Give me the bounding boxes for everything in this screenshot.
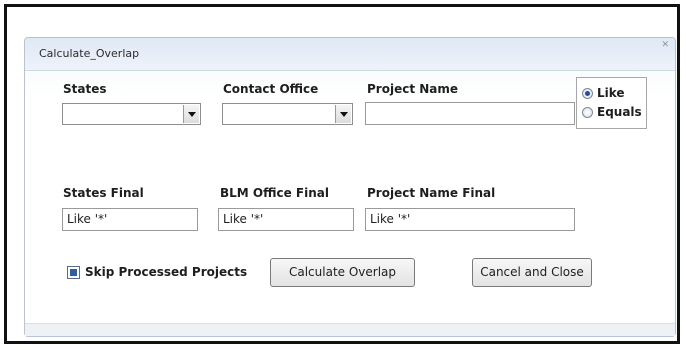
- calculate-overlap-button[interactable]: Calculate Overlap: [270, 258, 415, 287]
- blm-office-final-input[interactable]: Like '*': [218, 208, 354, 231]
- contact-office-combobox[interactable]: [222, 103, 353, 125]
- states-final-label: States Final: [63, 186, 144, 200]
- radio-equals-label: Equals: [597, 105, 642, 119]
- radio-equals-button[interactable]: [582, 107, 593, 118]
- states-combobox[interactable]: [62, 103, 201, 125]
- window-title: Calculate_Overlap: [39, 47, 140, 60]
- project-name-label: Project Name: [367, 82, 459, 96]
- states-final-input[interactable]: Like '*': [62, 208, 198, 231]
- title-bar: Calculate_Overlap ✕: [25, 38, 675, 71]
- dialog-footer: [25, 323, 675, 336]
- blm-office-final-label: BLM Office Final: [220, 186, 329, 200]
- screenshot-frame: Calculate_Overlap ✕ States Contact Offic…: [4, 4, 680, 344]
- calculate-overlap-dialog: Calculate_Overlap ✕ States Contact Offic…: [24, 37, 676, 337]
- project-name-input[interactable]: [365, 102, 575, 125]
- skip-processed-checkbox[interactable]: [67, 266, 80, 279]
- states-label: States: [63, 82, 107, 96]
- chevron-down-icon[interactable]: [335, 105, 351, 123]
- cancel-and-close-button[interactable]: Cancel and Close: [472, 258, 592, 287]
- close-icon[interactable]: ✕: [661, 40, 669, 50]
- radio-like-label: Like: [597, 86, 625, 100]
- skip-processed-label[interactable]: Skip Processed Projects: [85, 265, 247, 279]
- project-name-final-input[interactable]: Like '*': [365, 208, 575, 231]
- chevron-down-icon[interactable]: [183, 105, 199, 123]
- radio-like-button[interactable]: [582, 88, 593, 99]
- match-mode-group: Like Equals: [576, 77, 647, 129]
- project-name-final-label: Project Name Final: [367, 186, 496, 200]
- contact-office-label: Contact Office: [223, 82, 319, 96]
